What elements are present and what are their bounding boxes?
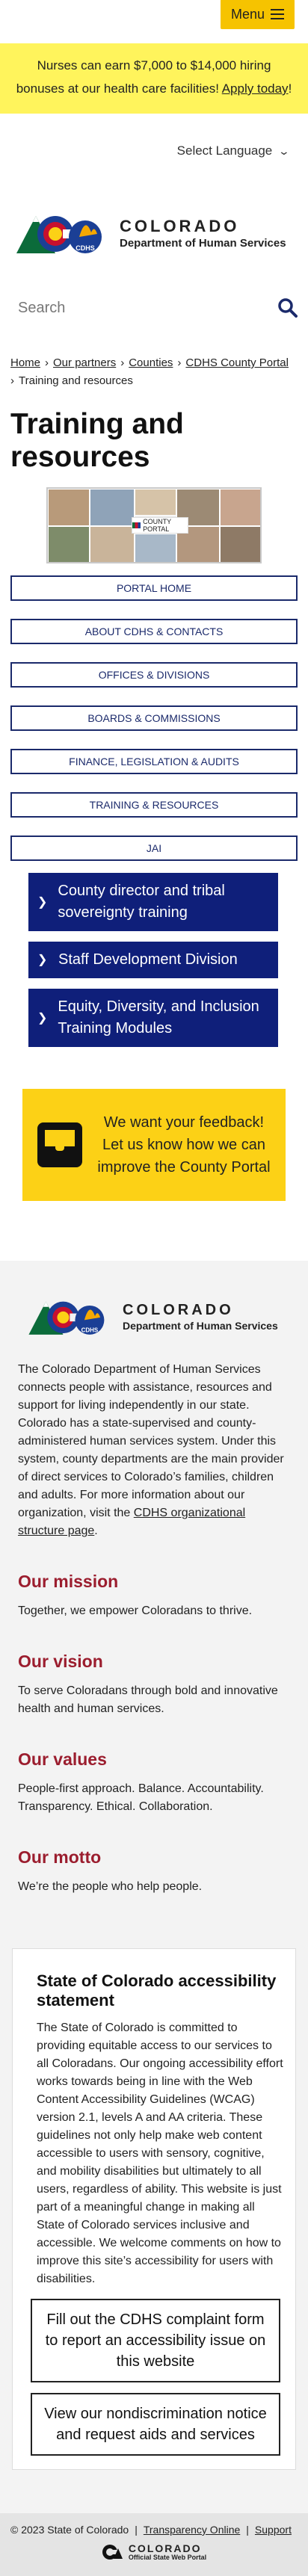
logo-word-department: Department of Human Services bbox=[120, 236, 286, 250]
vision-text: To serve Coloradans through bold and inn… bbox=[18, 1684, 278, 1715]
photo-tile bbox=[48, 526, 90, 562]
photo-tile bbox=[48, 489, 90, 526]
logo-badge-text: CDHS bbox=[81, 1326, 99, 1333]
breadcrumb-counties[interactable]: Counties bbox=[129, 356, 173, 369]
language-label: Select Language bbox=[176, 143, 273, 158]
inbox-icon bbox=[37, 1122, 82, 1167]
mission-heading: Our mission bbox=[18, 1572, 119, 1591]
hero-badge-text: COUNTY PORTAL bbox=[143, 518, 171, 533]
search-bar bbox=[0, 278, 308, 330]
cdhs-logo-icon: CDHS bbox=[16, 216, 102, 253]
mission-text: Together, we empower Coloradans to thriv… bbox=[18, 1604, 253, 1617]
accordion-label: Equity, Diversity, and Inclusion Trainin… bbox=[58, 998, 259, 1037]
breadcrumb-county-portal[interactable]: CDHS County Portal bbox=[185, 356, 289, 369]
breadcrumb-current: Training and resources bbox=[19, 374, 133, 387]
language-selector[interactable]: Select Language ⌄ bbox=[0, 114, 308, 188]
accordion-item-county-director[interactable]: ❯ County director and tribal sovereignty… bbox=[28, 873, 278, 931]
photo-tile bbox=[90, 489, 135, 526]
photo-tile bbox=[220, 489, 260, 526]
official-sub: Official State Web Portal bbox=[128, 2554, 207, 2561]
values-text: People-first approach. Balance. Accounta… bbox=[18, 1782, 264, 1813]
legal-separator: | bbox=[135, 2524, 138, 2536]
footer-about-end: . bbox=[94, 1525, 98, 1537]
nav-finance-legislation[interactable]: FINANCE, LEGISLATION & AUDITS bbox=[10, 749, 298, 774]
legal-bar: © 2023 State of Colorado | Transparency On… bbox=[0, 2513, 308, 2576]
logo-word-colorado: COLORADO bbox=[123, 1302, 234, 1318]
vision-heading: Our vision bbox=[18, 1652, 103, 1671]
motto-text: We’re the people who help people. bbox=[18, 1880, 203, 1893]
chevron-down-icon: ⌄ bbox=[277, 144, 291, 157]
support-link[interactable]: Support bbox=[255, 2524, 292, 2536]
breadcrumb-home[interactable]: Home bbox=[10, 356, 40, 369]
accessibility-body: The State of Colorado is committed to pr… bbox=[37, 2021, 283, 2285]
footer-about: The Colorado Department of Human Service… bbox=[0, 1350, 308, 1540]
photo-tile bbox=[90, 526, 135, 562]
nav-offices-divisions[interactable]: OFFICES & DIVISIONS bbox=[10, 662, 298, 688]
accessibility-title: State of Colorado accessibility statemen… bbox=[37, 1971, 277, 2010]
feedback-callout[interactable]: We want your feedback! Let us know how w… bbox=[22, 1089, 286, 1201]
logo-badge-text: CDHS bbox=[76, 244, 95, 252]
apply-link[interactable]: Apply today bbox=[222, 81, 289, 96]
banner-suffix: ! bbox=[288, 81, 292, 96]
portal-nav: PORTAL HOME ABOUT CDHS & CONTACTS OFFICE… bbox=[0, 575, 308, 861]
nav-portal-home[interactable]: PORTAL HOME bbox=[10, 575, 298, 601]
photo-tile bbox=[220, 526, 260, 562]
accordion-label: County director and tribal sovereignty t… bbox=[58, 883, 225, 921]
photo-tile bbox=[135, 534, 176, 562]
official-portal-logo[interactable]: COLORADO Official State Web Portal bbox=[10, 2536, 298, 2569]
legal-separator: | bbox=[246, 2524, 249, 2536]
hamburger-icon bbox=[271, 9, 284, 19]
chevron-right-icon: ❯ bbox=[37, 895, 48, 909]
footer-about-text: The Colorado Department of Human Service… bbox=[18, 1363, 284, 1519]
menu-label: Menu bbox=[230, 6, 265, 22]
accordion-label: Staff Development Division bbox=[58, 951, 238, 968]
breadcrumb-partners[interactable]: Our partners bbox=[53, 356, 116, 369]
nav-about-cdhs[interactable]: ABOUT CDHS & CONTACTS bbox=[10, 619, 298, 644]
mini-logo-icon bbox=[132, 522, 141, 528]
motto-heading: Our motto bbox=[18, 1847, 102, 1867]
official-word: COLORADO bbox=[128, 2542, 202, 2554]
official-portal-text: COLORADO Official State Web Portal bbox=[129, 2543, 206, 2561]
main-content: Home › Our partners › Counties › CDHS County P… bbox=[0, 344, 308, 1201]
breadcrumb-separator: › bbox=[10, 374, 14, 387]
logo-word-colorado: COLORADO bbox=[120, 216, 240, 235]
values-heading: Our values bbox=[18, 1749, 107, 1769]
complaint-form-button[interactable]: Fill out the CDHS complaint form to repo… bbox=[31, 2299, 280, 2382]
logo-word-department: Department of Human Services bbox=[123, 1320, 278, 1332]
hero-collage-image: COUNTY PORTAL bbox=[46, 487, 262, 563]
chevron-right-icon: ❯ bbox=[37, 954, 48, 966]
footer-logo[interactable]: CDHS COLORADO Department of Human Servic… bbox=[0, 1283, 308, 1350]
nav-boards-commissions[interactable]: BOARDS & COMMISSIONS bbox=[10, 705, 298, 731]
photo-tile bbox=[135, 489, 176, 516]
breadcrumb-separator: › bbox=[120, 356, 125, 369]
hero-badge: COUNTY PORTAL bbox=[132, 517, 188, 534]
copyright-text: © 2023 State of Colorado bbox=[10, 2524, 129, 2536]
feedback-text: We want your feedback! Let us know how w… bbox=[97, 1114, 271, 1176]
accessibility-statement: State of Colorado accessibility statemen… bbox=[12, 1948, 296, 2470]
breadcrumb-separator: › bbox=[177, 356, 182, 369]
training-accordion: ❯ County director and tribal sovereignty… bbox=[0, 873, 308, 1047]
chevron-right-icon: ❯ bbox=[37, 1011, 48, 1025]
search-icon[interactable] bbox=[278, 298, 298, 318]
nav-jai[interactable]: JAI bbox=[10, 835, 298, 861]
colorado-c-icon bbox=[102, 2545, 123, 2560]
site-logo[interactable]: CDHS COLORADO Department of Human Servic… bbox=[0, 188, 308, 278]
cdhs-logo-icon: CDHS bbox=[28, 1301, 105, 1335]
menu-button[interactable]: Menu bbox=[220, 0, 295, 29]
site-footer: CDHS COLORADO Department of Human Servic… bbox=[0, 1261, 308, 2576]
accordion-item-staff-development[interactable]: ❯ Staff Development Division bbox=[28, 942, 278, 978]
breadcrumb: Home › Our partners › Counties › CDHS County P… bbox=[0, 344, 308, 390]
transparency-link[interactable]: Transparency Online bbox=[144, 2524, 240, 2536]
site-header: Menu Nurses can earn $7,000 to $14,000 h… bbox=[0, 0, 308, 330]
footer-logo-wordmark: COLORADO Department of Human Services bbox=[123, 1303, 278, 1331]
page-title: Training and resources bbox=[10, 408, 184, 473]
accordion-item-equity-diversity[interactable]: ❯ Equity, Diversity, and Inclusion Train… bbox=[28, 989, 278, 1047]
hiring-banner: Nurses can earn $7,000 to $14,000 hiring… bbox=[0, 43, 308, 114]
search-input[interactable] bbox=[18, 299, 242, 317]
breadcrumb-separator: › bbox=[45, 356, 49, 369]
nav-training-resources[interactable]: TRAINING & RESOURCES bbox=[10, 792, 298, 818]
top-bar: Menu bbox=[0, 0, 308, 43]
nondiscrimination-button[interactable]: View our nondiscrimination notice and re… bbox=[31, 2393, 280, 2456]
logo-wordmark: COLORADO Department of Human Services bbox=[120, 216, 286, 250]
